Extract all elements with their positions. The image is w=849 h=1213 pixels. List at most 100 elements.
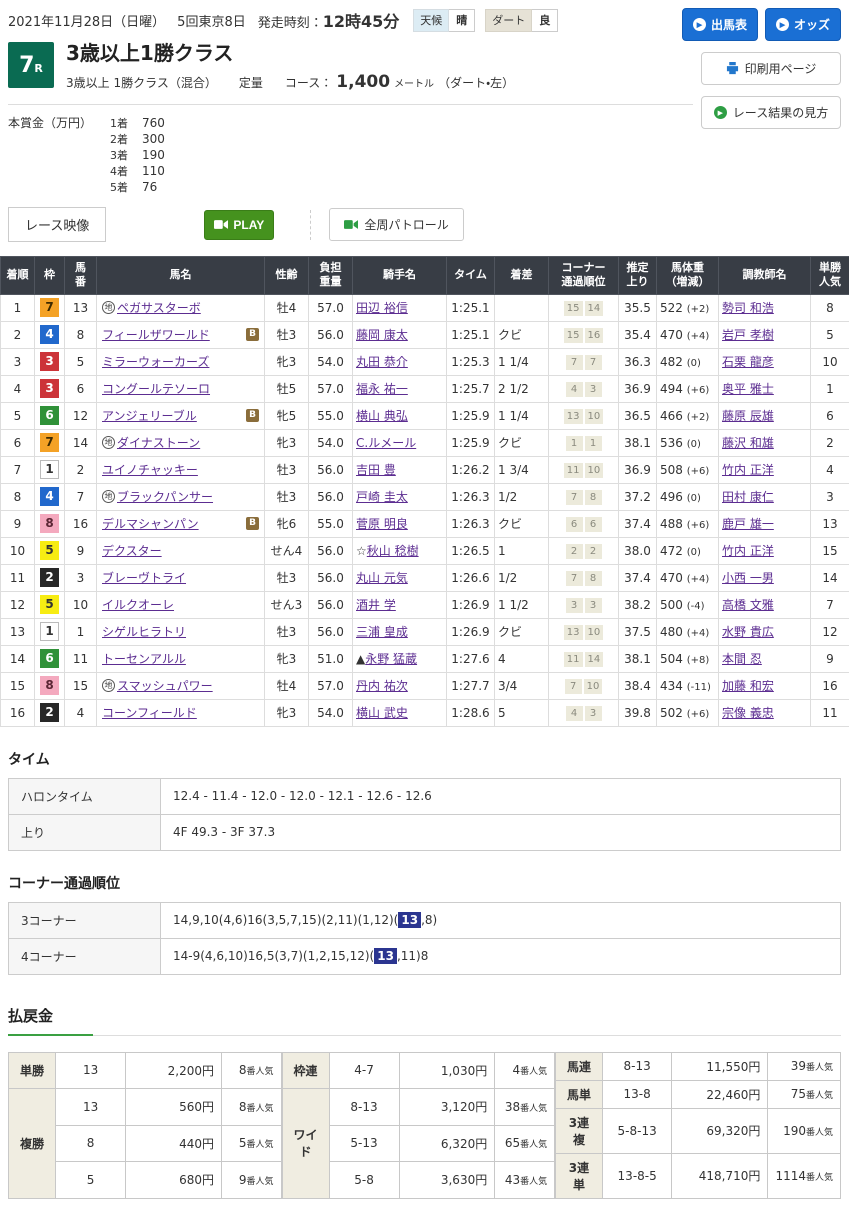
trainer-link[interactable]: 藤原 辰雄: [722, 409, 774, 423]
jockey-link[interactable]: 酒井 学: [356, 598, 396, 612]
race-title-texts: 3歳以上1勝クラス 3歳以上 1勝クラス（混合） 定量 コース：1,400メート…: [66, 42, 514, 92]
trainer-cell: 鹿戸 雄一: [719, 510, 811, 537]
horse-name-link[interactable]: ブレーヴトライ: [102, 569, 186, 586]
estimated-agari: 37.2: [619, 483, 657, 510]
odds-button[interactable]: ▶ オッズ: [765, 8, 841, 41]
horse-weight: 508 (+6): [657, 456, 719, 483]
jockey-cell: C.ルメール: [353, 429, 447, 456]
result-guide-button[interactable]: ▶ レース結果の見方: [701, 96, 841, 129]
play-button[interactable]: PLAY: [204, 210, 274, 240]
trainer-link[interactable]: 竹内 正洋: [722, 463, 774, 477]
results-column-header: 性齢: [265, 257, 309, 295]
jockey-link[interactable]: 福永 祐一: [356, 382, 408, 396]
jockey-link[interactable]: 藤岡 康太: [356, 328, 408, 342]
trainer-link[interactable]: 高橋 文雅: [722, 598, 774, 612]
trainer-link[interactable]: 岩戸 孝樹: [722, 328, 774, 342]
finish-time: 1:25.9: [447, 429, 495, 456]
horse-name-link[interactable]: イルクオーレ: [102, 596, 174, 613]
waku-badge: 4: [40, 487, 59, 506]
blinker-icon: B: [246, 328, 259, 341]
print-page-button[interactable]: 印刷用ページ: [701, 52, 841, 85]
horse-weight: 522 (+2): [657, 294, 719, 321]
trainer-cell: 藤原 辰雄: [719, 402, 811, 429]
popularity-number: 43: [505, 1173, 520, 1187]
table-row: 847地ブラックパンサー牡356.0戸崎 圭太1:26.31/27837.249…: [1, 483, 849, 510]
table-row: 335ミラーウォーカーズ牝354.0丸田 恭介1:25.31 1/47736.3…: [1, 348, 849, 375]
horse-name-link[interactable]: ペガサスターボ: [117, 299, 201, 316]
sex-age: 牡3: [265, 618, 309, 645]
corner-position-chip: 7: [566, 355, 583, 370]
results-column-header: 調教師名: [719, 257, 811, 295]
estimated-agari: 37.5: [619, 618, 657, 645]
horse-name-link[interactable]: フィールザワールド: [102, 326, 210, 343]
horse-weight-value: 502: [660, 706, 687, 720]
horse-name-link[interactable]: コングールテソーロ: [102, 380, 210, 397]
bet-type-label: 馬連: [556, 1052, 603, 1080]
entry-table-button[interactable]: ▶ 出馬表: [682, 8, 758, 41]
trainer-link[interactable]: 勢司 和浩: [722, 301, 774, 315]
payout-amount: 3,120円: [399, 1089, 495, 1126]
horse-name-link[interactable]: ミラーウォーカーズ: [102, 353, 209, 370]
horse-name-link[interactable]: アンジェリーブル: [102, 407, 197, 424]
regional-horse-icon: 地: [102, 301, 115, 314]
trainer-link[interactable]: 竹内 正洋: [722, 544, 774, 558]
trainer-link[interactable]: 本間 忍: [722, 652, 762, 666]
trainer-link[interactable]: 藤沢 和雄: [722, 436, 774, 450]
results-column-header: 着順: [1, 257, 35, 295]
patrol-video-button[interactable]: 全周パトロール: [329, 208, 463, 241]
horse-name-link[interactable]: デルマシャンパン: [102, 515, 199, 532]
horse-weight-value: 500: [660, 598, 687, 612]
trainer-link[interactable]: 石栗 龍彦: [722, 355, 774, 369]
payout-amount: 2,200円: [126, 1052, 222, 1089]
jockey-link[interactable]: C.ルメール: [356, 436, 416, 450]
jockey-link[interactable]: 丸山 元気: [356, 571, 408, 585]
trainer-link[interactable]: 鹿戸 雄一: [722, 517, 774, 531]
bet-selection: 8-13: [602, 1052, 672, 1080]
horse-name-link[interactable]: スマッシュパワー: [117, 677, 213, 694]
finish-time: 1:25.1: [447, 294, 495, 321]
weather-value: 晴: [449, 9, 475, 32]
jockey-link[interactable]: 吉田 豊: [356, 463, 396, 477]
horse-name-link[interactable]: ダイナストーン: [117, 434, 200, 451]
jockey-link[interactable]: 戸崎 圭太: [356, 490, 408, 504]
horse-name-link[interactable]: コーンフィールド: [102, 704, 197, 721]
trainer-link[interactable]: 小西 一男: [722, 571, 774, 585]
jockey-cell: 福永 祐一: [353, 375, 447, 402]
horse-name-link[interactable]: ユイノチャッキー: [102, 461, 198, 478]
trainer-link[interactable]: 水野 貴広: [722, 625, 774, 639]
jockey-link[interactable]: 横山 武史: [356, 706, 408, 720]
track-condition-value: 良: [532, 9, 558, 32]
time-row: 上り4F 49.3 - 3F 37.3: [9, 814, 841, 850]
jockey-link[interactable]: 菅原 明良: [356, 517, 408, 531]
payout-popularity: 190番人気: [768, 1108, 841, 1153]
jockey-link[interactable]: 横山 典弘: [356, 409, 408, 423]
trainer-link[interactable]: 宗像 義忠: [722, 706, 774, 720]
load-weight: 56.0: [309, 618, 353, 645]
trainer-link[interactable]: 奥平 雅士: [722, 382, 774, 396]
win-popularity: 4: [811, 456, 849, 483]
margin: クビ: [495, 429, 549, 456]
waku-badge: 1: [40, 622, 59, 641]
horse-name-wrap: フィールザワールド B: [100, 326, 261, 343]
jockey-link[interactable]: 永野 猛蔵: [365, 652, 417, 666]
horse-name-link[interactable]: ブラックパンサー: [117, 488, 213, 505]
payout-popularity: 8番人気: [221, 1089, 281, 1126]
corner-position-chip: 8: [585, 490, 602, 505]
jockey-link[interactable]: 田辺 裕信: [356, 301, 408, 315]
waku-badge: 2: [40, 703, 59, 722]
track-condition-badge: ダート良: [485, 9, 558, 32]
jockey-link[interactable]: 三浦 皇成: [356, 625, 408, 639]
popularity-number: 38: [505, 1100, 520, 1114]
trainer-link[interactable]: 田村 康仁: [722, 490, 774, 504]
jockey-link[interactable]: 丸田 恭介: [356, 355, 408, 369]
trainer-link[interactable]: 加藤 和宏: [722, 679, 774, 693]
horse-name-link[interactable]: トーセンアルル: [102, 650, 186, 667]
horse-name-link[interactable]: シゲルヒラトリ: [102, 623, 186, 640]
jockey-link[interactable]: 秋山 稔樹: [367, 544, 419, 558]
payout-group-table: 枠連4-71,030円4番人気ワイド8-133,120円38番人気5-136,3…: [282, 1052, 556, 1199]
sex-age: 牝5: [265, 402, 309, 429]
trainer-cell: 水野 貴広: [719, 618, 811, 645]
horse-name-wrap: 地ダイナストーン: [100, 434, 261, 451]
jockey-link[interactable]: 丹内 祐次: [356, 679, 408, 693]
horse-name-link[interactable]: デクスター: [102, 542, 162, 559]
